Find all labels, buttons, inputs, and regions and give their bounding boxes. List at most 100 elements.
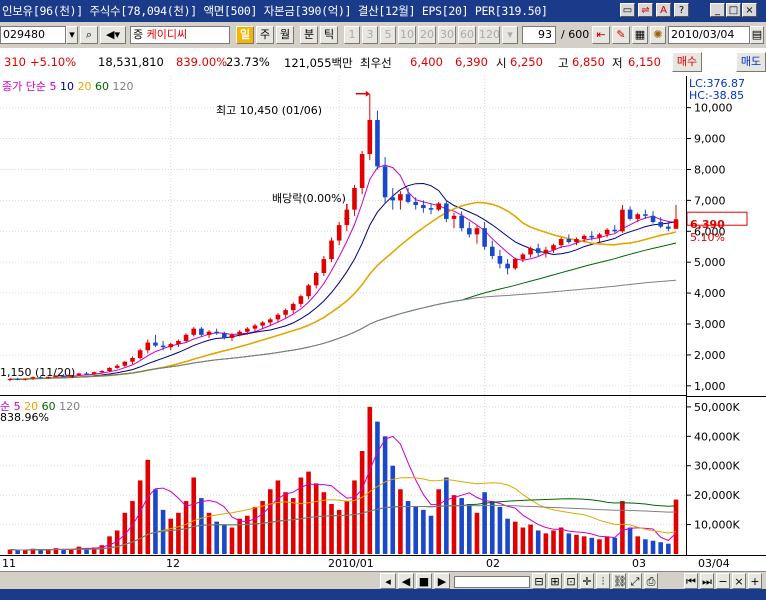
zoom-slider[interactable] (454, 576, 530, 588)
market-tag: 증 (133, 28, 144, 41)
tab-minute[interactable]: 분 (300, 26, 318, 44)
play-back-icon[interactable]: ◀ (398, 573, 414, 589)
volume-bar (543, 533, 549, 554)
scroll-left-icon[interactable]: ⇤ (592, 26, 610, 44)
help-icon[interactable]: ? (674, 3, 689, 17)
interval-120[interactable]: 120 (478, 26, 500, 44)
crosshair-icon[interactable]: ✛ (580, 573, 594, 589)
zoom-in-icon[interactable]: ⊞ (548, 573, 562, 589)
sell-button[interactable]: 매도 (736, 52, 766, 72)
candle-body (306, 285, 311, 297)
volume-bar (597, 539, 602, 554)
minimize-icon[interactable]: _ (710, 3, 725, 17)
plus-icon[interactable]: + (748, 573, 762, 589)
price-axis-label: 3,000 (694, 318, 726, 331)
vol-ma-label-120: 120 (59, 400, 81, 413)
low-label: 저 (612, 56, 623, 70)
tab-month[interactable]: 월 (276, 26, 294, 44)
minus-icon[interactable]: − (716, 573, 730, 589)
play-forward-icon[interactable]: ▶ (434, 573, 450, 589)
interval-dropdown-icon[interactable]: ▾ (502, 26, 518, 44)
x-tick-11: 11 (2, 557, 16, 570)
tab-day[interactable]: 일 (236, 26, 254, 44)
stock-code-input[interactable]: 029480 (0, 26, 66, 44)
tab-week[interactable]: 주 (256, 26, 274, 44)
chart-mode-icon[interactable]: ⫶ (596, 573, 610, 589)
volume-bar (191, 477, 197, 554)
interval-10[interactable]: 10 (398, 26, 416, 44)
date-input[interactable]: 2010/03/04 (668, 26, 750, 44)
candle-body (528, 248, 533, 255)
price-ma-10-line (9, 182, 677, 380)
dividend-annotation: 배당락(0.00%) (272, 192, 346, 205)
scroll-first-icon[interactable]: ◂ (380, 573, 396, 589)
interval-60[interactable]: 60 (458, 26, 476, 44)
alert-icon[interactable]: A (656, 3, 671, 17)
candle-body (130, 358, 135, 362)
volume-bar (344, 501, 350, 554)
maximize-icon[interactable]: □ (726, 3, 741, 17)
volume-bar (474, 512, 480, 554)
print-icon[interactable]: ⎙ (644, 573, 658, 589)
quote-bar: 310 +5.10% 18,531,810 839.00% 23.73% 121… (0, 48, 766, 77)
settings-icon[interactable]: ✺ (650, 26, 666, 44)
volume-axis-label: 20,000K (694, 489, 740, 502)
volume-bar (7, 549, 13, 554)
price-axis-label: 9,000 (694, 133, 726, 146)
scroll-begin-icon[interactable]: ⏮ (684, 573, 698, 589)
link-icon[interactable]: ⇌ (638, 3, 653, 17)
tool-icon[interactable]: ✎ (612, 26, 630, 44)
link-chain-icon[interactable]: ⛓ (612, 573, 627, 589)
volume-bar (635, 536, 641, 554)
scroll-end-icon[interactable]: ⏭ (700, 573, 714, 589)
speaker-icon[interactable]: ◀▾ (100, 26, 126, 44)
candle-body (597, 234, 602, 238)
price-chart-pane[interactable]: 종가 단순 5 10 20 60 120 최고 10,450 (01/06) 배… (0, 76, 686, 396)
candle-body (512, 259, 518, 269)
candle-body (267, 319, 273, 323)
stop-icon[interactable]: ■ (416, 573, 432, 589)
candle-body (581, 235, 587, 239)
close-pane-icon[interactable]: × (732, 573, 746, 589)
interval-3[interactable]: 3 (362, 26, 378, 44)
candle-body (359, 154, 365, 188)
candle-body (643, 214, 648, 216)
current-rate-label: 5.10% (690, 231, 725, 244)
tab-tick[interactable]: 틱 (320, 26, 338, 44)
page-count-input[interactable]: 93 (522, 26, 556, 44)
volume-bar (451, 495, 457, 554)
interval-30[interactable]: 30 (438, 26, 456, 44)
x-tick-current-date: 03/04 (698, 557, 730, 570)
volume-bar (620, 501, 625, 554)
candle-body (604, 229, 610, 235)
restore-icon[interactable]: ▭ (620, 3, 635, 17)
code-dropdown-icon[interactable]: ▾ (66, 26, 78, 44)
close-icon[interactable]: × (742, 3, 757, 17)
interval-20[interactable]: 20 (418, 26, 436, 44)
volume-bar (290, 498, 296, 554)
volume-bar (367, 406, 373, 554)
zoom-out-icon[interactable]: ⊟ (532, 573, 546, 589)
grid-icon[interactable]: ▦ (632, 26, 648, 44)
fit-icon[interactable]: ⊡ (564, 573, 578, 589)
interval-1[interactable]: 1 (344, 26, 360, 44)
candle-body (84, 373, 89, 375)
calendar-icon[interactable]: ▤ (750, 26, 764, 44)
candle-body (666, 226, 671, 229)
price-chart-svg (0, 76, 686, 396)
candle-body (336, 225, 342, 241)
search-icon[interactable]: ⌕ (80, 26, 98, 44)
volume-bar (122, 512, 128, 554)
buy-button[interactable]: 매수 (672, 52, 702, 72)
volume-chart-pane[interactable]: 순 5 20 60 120 838.96% (0, 397, 686, 555)
candle-body (290, 303, 296, 311)
volume-bar (666, 543, 671, 554)
x-tick-2010-01: 2010/01 (328, 557, 374, 570)
expand-icon[interactable]: ⤢ (628, 573, 642, 589)
stock-name-field[interactable]: 증 케이디씨 (130, 26, 230, 44)
candle-body (275, 314, 281, 320)
ma-label-120: 120 (112, 80, 134, 93)
volume-bar (643, 539, 648, 554)
interval-5[interactable]: 5 (380, 26, 396, 44)
volume-bar (574, 534, 579, 554)
